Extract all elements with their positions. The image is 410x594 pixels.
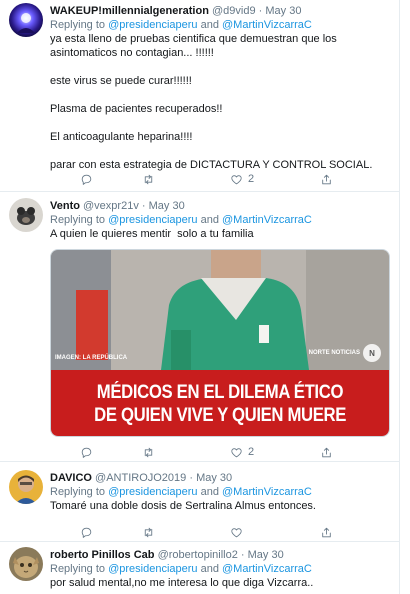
like-button[interactable]: 2 bbox=[230, 444, 254, 460]
image-credit: IMAGEN: LA REPÚBLICA bbox=[55, 355, 128, 361]
like-count: 2 bbox=[248, 446, 255, 458]
tweet-2[interactable]: Vento @vexpr21v · May 30 Replying to @pr… bbox=[0, 192, 399, 462]
and-text: and bbox=[197, 19, 223, 31]
reply-button[interactable] bbox=[80, 444, 93, 460]
tweet-header: Vento @vexpr21v · May 30 bbox=[50, 199, 392, 213]
like-count: 2 bbox=[248, 173, 255, 185]
mention-link[interactable]: @MartinVizcarraC bbox=[222, 563, 312, 575]
replying-prefix: Replying to bbox=[50, 563, 109, 575]
like-button[interactable] bbox=[230, 524, 243, 540]
reply-icon bbox=[81, 174, 92, 185]
separator-dot: · bbox=[141, 200, 146, 212]
display-name[interactable]: WAKEUP!millennialgeneration bbox=[50, 5, 209, 17]
mention-link[interactable]: @MartinVizcarraC bbox=[222, 214, 312, 226]
retweet-icon bbox=[144, 527, 153, 537]
separator-dot: · bbox=[258, 5, 263, 17]
tweet-text: A quien le quieres mentir solo a tu fami… bbox=[50, 228, 254, 240]
share-icon bbox=[322, 174, 331, 184]
avatar[interactable] bbox=[9, 470, 43, 504]
heart-icon bbox=[231, 174, 242, 184]
mention-link[interactable]: @presidenciaperu bbox=[108, 486, 197, 498]
tweet-text: ya esta lleno de pruebas cientifica que … bbox=[50, 33, 373, 171]
share-icon bbox=[322, 527, 331, 537]
news-logo: NORTE NOTICIAS N bbox=[309, 344, 381, 362]
tweet-date[interactable]: May 30 bbox=[265, 5, 301, 17]
tweet-date[interactable]: May 30 bbox=[149, 200, 185, 212]
like-button[interactable]: 2 bbox=[230, 171, 254, 187]
logo-mark-icon: N bbox=[363, 344, 381, 362]
replying-prefix: Replying to bbox=[50, 486, 109, 498]
replying-prefix: Replying to bbox=[50, 19, 109, 31]
user-handle[interactable]: @ANTIROJO2019 bbox=[95, 472, 186, 484]
headline-line-1: MÉDICOS EN EL DILEMA ÉTICO bbox=[96, 382, 344, 403]
display-name[interactable]: roberto Pinillos Cab bbox=[50, 549, 155, 561]
user-handle[interactable]: @robertopinillo2 bbox=[158, 549, 238, 561]
tweet-actions: 2 bbox=[80, 444, 350, 460]
avatar[interactable] bbox=[9, 198, 43, 232]
and-text: and bbox=[197, 214, 223, 226]
mention-link[interactable]: @presidenciaperu bbox=[108, 214, 197, 226]
headline-banner: MÉDICOS EN EL DILEMA ÉTICO DE QUIEN VIVE… bbox=[51, 370, 389, 436]
share-button[interactable] bbox=[320, 444, 333, 460]
tweet-3[interactable]: DAVICO @ANTIROJO2019 · May 30 Replying t… bbox=[0, 462, 399, 542]
tweet-header: WAKEUP!millennialgeneration @d9vid9 · Ma… bbox=[50, 4, 392, 18]
retweet-button[interactable] bbox=[142, 444, 155, 460]
retweet-icon bbox=[144, 447, 153, 457]
tweet-actions: 2 bbox=[80, 171, 350, 187]
display-name[interactable]: DAVICO bbox=[50, 472, 92, 484]
tweet-text: por salud mental,no me interesa lo que d… bbox=[50, 577, 314, 589]
display-name[interactable]: Vento bbox=[50, 200, 80, 212]
reply-button[interactable] bbox=[80, 171, 93, 187]
reply-feed: WAKEUP!millennialgeneration @d9vid9 · Ma… bbox=[0, 0, 400, 594]
replying-to: Replying to @presidenciaperu and @Martin… bbox=[50, 18, 392, 32]
reply-icon bbox=[81, 527, 92, 538]
separator-dot: · bbox=[240, 549, 245, 561]
share-button[interactable] bbox=[320, 171, 333, 187]
avatar[interactable] bbox=[9, 547, 43, 581]
heart-icon bbox=[231, 527, 242, 537]
tweet-media-image[interactable]: IMAGEN: LA REPÚBLICA NORTE NOTICIAS N MÉ… bbox=[50, 249, 390, 437]
retweet-button[interactable] bbox=[142, 524, 155, 540]
tweet-date[interactable]: May 30 bbox=[248, 549, 284, 561]
retweet-icon bbox=[144, 174, 153, 184]
logo-text: NORTE NOTICIAS bbox=[308, 350, 360, 356]
tweet-header: DAVICO @ANTIROJO2019 · May 30 bbox=[50, 471, 392, 485]
tweet-4[interactable]: roberto Pinillos Cab @robertopinillo2 · … bbox=[0, 542, 399, 594]
tweet-1[interactable]: WAKEUP!millennialgeneration @d9vid9 · Ma… bbox=[0, 0, 399, 192]
retweet-button[interactable] bbox=[142, 171, 155, 187]
replying-to: Replying to @presidenciaperu and @Martin… bbox=[50, 562, 392, 576]
avatar[interactable] bbox=[9, 3, 43, 37]
replying-to: Replying to @presidenciaperu and @Martin… bbox=[50, 485, 392, 499]
and-text: and bbox=[197, 563, 223, 575]
tweet-actions bbox=[80, 524, 350, 540]
reply-icon bbox=[81, 447, 92, 458]
mention-link[interactable]: @presidenciaperu bbox=[108, 19, 197, 31]
separator-dot: · bbox=[189, 472, 194, 484]
replying-prefix: Replying to bbox=[50, 214, 109, 226]
replying-to: Replying to @presidenciaperu and @Martin… bbox=[50, 213, 392, 227]
heart-icon bbox=[231, 447, 242, 457]
mention-link[interactable]: @MartinVizcarraC bbox=[222, 19, 312, 31]
user-handle[interactable]: @d9vid9 bbox=[212, 5, 256, 17]
tweet-header: roberto Pinillos Cab @robertopinillo2 · … bbox=[50, 548, 392, 562]
tweet-date[interactable]: May 30 bbox=[196, 472, 232, 484]
mention-link[interactable]: @MartinVizcarraC bbox=[222, 486, 312, 498]
mention-link[interactable]: @presidenciaperu bbox=[108, 563, 197, 575]
share-button[interactable] bbox=[320, 524, 333, 540]
and-text: and bbox=[197, 486, 223, 498]
headline-line-2: DE QUIEN VIVE Y QUIEN MUERE bbox=[94, 405, 346, 426]
user-handle[interactable]: @vexpr21v bbox=[83, 200, 139, 212]
reply-button[interactable] bbox=[80, 524, 93, 540]
share-icon bbox=[322, 447, 331, 457]
tweet-text: Tomaré una doble dosis de Sertralina Alm… bbox=[50, 500, 316, 512]
